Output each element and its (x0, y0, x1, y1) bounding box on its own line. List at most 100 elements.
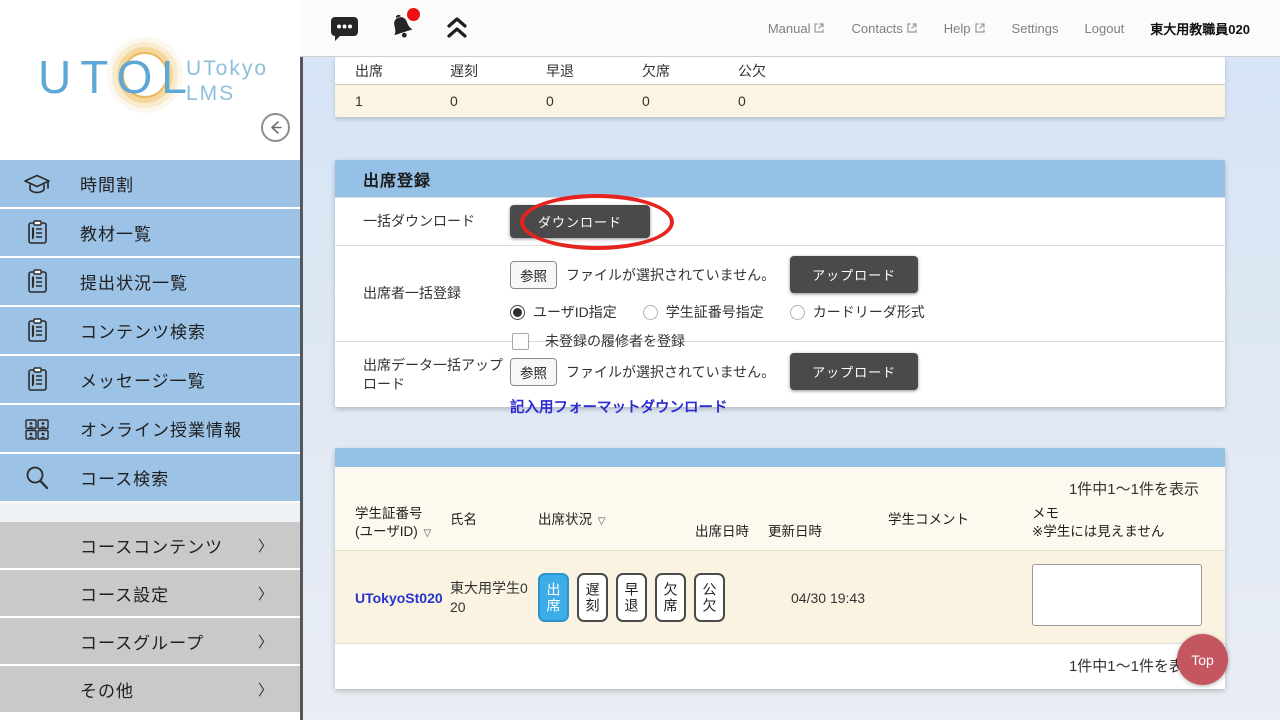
status-button-early-leave[interactable]: 早退 (616, 573, 647, 623)
student-name: 東大用学生020 (450, 580, 528, 615)
summary-header-absent: 欠席 (642, 62, 670, 79)
browse-file-button[interactable]: 参照 (510, 260, 557, 289)
memo-cell (1032, 564, 1225, 631)
messages-button[interactable] (330, 15, 359, 42)
column-header-status[interactable]: 出席状況 ▽ (538, 511, 695, 529)
column-header-update-time: 更新日時 (768, 524, 822, 540)
radio-user-id[interactable] (510, 304, 525, 320)
chevron-right-icon: 〉 (257, 537, 274, 555)
radio-student-card-number-label[interactable]: 学生証番号指定 (666, 302, 764, 322)
scroll-to-top-button[interactable]: Top (1177, 634, 1228, 685)
sidebar-item-label: メッセージ一覧 (80, 372, 206, 391)
sidebar-item-online-class-info[interactable]: オンライン授業情報 (0, 405, 300, 454)
status-button-excused[interactable]: 公欠 (694, 573, 725, 623)
status-button-absent[interactable]: 欠席 (655, 573, 686, 623)
arrow-left-icon (271, 121, 282, 134)
upload-button[interactable]: アップロード (790, 256, 919, 293)
attendance-data-upload-label: 出席データ一括アップロード (363, 356, 503, 392)
id-type-radio-group: ユーザID指定 学生証番号指定 カードリーダ形式 (510, 302, 1225, 322)
graduation-cap-icon (20, 172, 54, 196)
no-file-selected-text: ファイルが選択されていません。 (566, 266, 776, 283)
summary-value-absent: 0 (642, 93, 650, 109)
browse-file-button[interactable]: 参照 (510, 357, 557, 386)
attendee-bulk-register-row: 出席者一括登録 参照 ファイルが選択されていません。 アップロード ユーザID指… (335, 245, 1225, 350)
clipboard-icon (20, 366, 54, 393)
sidebar-item-submission-status[interactable]: 提出状況一覧 (0, 258, 300, 307)
search-icon (20, 465, 54, 491)
online-class-icon (20, 417, 54, 441)
status-button-late[interactable]: 遅刻 (577, 573, 608, 623)
sidebar-item-course-group[interactable]: コースグループ 〉 (0, 618, 300, 666)
radio-card-reader-format-label[interactable]: カードリーダ形式 (813, 302, 925, 322)
student-id-link[interactable]: UTokyoSt020 (355, 590, 450, 606)
pagination-info-bottom: 1件中1〜1件を表示 (335, 643, 1225, 690)
summary-value-row: 1 0 0 0 0 (335, 85, 1225, 117)
settings-link[interactable]: Settings (1012, 21, 1059, 36)
status-button-group: 出席 遅刻 早退 欠席 公欠 (538, 573, 728, 623)
sidebar-item-label: オンライン授業情報 (80, 421, 242, 440)
logout-link[interactable]: Logout (1085, 21, 1125, 36)
sidebar-item-content-search[interactable]: コンテンツ検索 (0, 307, 300, 356)
summary-value-late: 0 (450, 93, 458, 109)
radio-card-reader-format[interactable] (789, 304, 805, 320)
manual-link-label: Manual (767, 20, 811, 36)
external-link-icon (907, 23, 917, 33)
table-row: UTokyoSt020 東大用学生020 出席 遅刻 早退 欠席 公欠 04/3… (335, 550, 1225, 644)
sidebar-item-label: その他 (80, 681, 134, 701)
pagination-info-top: 1件中1〜1件を表示 (1068, 481, 1199, 498)
notification-badge (407, 8, 420, 21)
panel-title: 出席登録 (335, 160, 1225, 197)
sidebar-item-label: 提出状況一覧 (80, 274, 188, 293)
bulk-download-row: 一括ダウンロード ダウンロード (335, 197, 1225, 245)
contacts-link[interactable]: Contacts (851, 21, 917, 36)
sidebar-item-materials[interactable]: 教材一覧 (0, 209, 300, 258)
sidebar-item-course-search[interactable]: コース検索 (0, 454, 300, 503)
upload-button[interactable]: アップロード (790, 353, 919, 390)
attendance-data-upload-row: 出席データ一括アップロード 参照 ファイルが選択されていません。 アップロード … (335, 341, 1225, 416)
attendance-summary-table: 出席 遅刻 早退 欠席 公欠 1 0 0 0 0 (335, 57, 1225, 117)
clipboard-icon (20, 268, 54, 295)
table-column-headers: 学生証番号 (ユーザID) ▽ 氏名 出席状況 ▽ 出席日時 更新日時 学生コメ… (335, 505, 1225, 541)
student-attendance-table: 1件中1〜1件を表示 学生証番号 (ユーザID) ▽ 氏名 出席状況 ▽ 出席日… (335, 448, 1225, 690)
sidebar-item-label: コースグループ (80, 633, 205, 653)
summary-header-late: 遅刻 (450, 62, 478, 79)
status-button-present[interactable]: 出席 (538, 573, 569, 623)
sidebar-item-messages[interactable]: メッセージ一覧 (0, 356, 300, 405)
summary-header-present: 出席 (355, 62, 383, 79)
sidebar-item-label: コンテンツ検索 (80, 323, 206, 342)
chevron-right-icon: 〉 (257, 633, 274, 651)
table-head-area: 1件中1〜1件を表示 学生証番号 (ユーザID) ▽ 氏名 出席状況 ▽ 出席日… (335, 467, 1225, 551)
page-content: 出席 遅刻 早退 欠席 公欠 1 0 0 0 0 出席登録 一括ダウンロード ダ… (300, 57, 1280, 720)
notifications-button[interactable] (387, 8, 420, 43)
logo-subtitle: UTokyo LMS (186, 56, 268, 106)
logout-link-label: Logout (1084, 20, 1125, 36)
format-download-link[interactable]: 記入用フォーマットダウンロード (510, 396, 728, 417)
sidebar-item-label: コース設定 (80, 585, 170, 605)
column-header-student-id[interactable]: 学生証番号 (ユーザID) ▽ (355, 505, 450, 541)
sidebar-item-course-contents[interactable]: コースコンテンツ 〉 (0, 522, 300, 570)
attendance-registration-panel: 出席登録 一括ダウンロード ダウンロード 出席者一括登録 参照 ファイルが選択さ… (335, 160, 1225, 416)
current-user-name: 東大用教職員020 (1150, 21, 1250, 37)
summary-header-excused: 公欠 (738, 62, 766, 79)
topbar-links: Manual Contacts Help Settings Logout 東大用… (768, 19, 1280, 38)
radio-user-id-label[interactable]: ユーザID指定 (533, 302, 617, 322)
summary-value-excused: 0 (738, 93, 746, 109)
summary-value-early-leave: 0 (546, 93, 554, 109)
logo-area: UTOL UTokyo LMS (0, 0, 300, 160)
download-button[interactable]: ダウンロード (510, 205, 651, 238)
collapse-topbar-button[interactable] (445, 15, 469, 41)
memo-input[interactable] (1032, 564, 1202, 627)
bulk-download-label: 一括ダウンロード (363, 213, 475, 230)
help-link-label: Help (943, 20, 971, 36)
sidebar-item-others[interactable]: その他 〉 (0, 666, 300, 714)
sort-icon[interactable]: ▽ (598, 516, 606, 527)
sidebar-item-course-settings[interactable]: コース設定 〉 (0, 570, 300, 618)
manual-link[interactable]: Manual (768, 21, 826, 36)
sidebar-collapse-button[interactable] (261, 113, 290, 142)
app-logo: UTOL (38, 51, 196, 103)
sidebar-item-timetable[interactable]: 時間割 (0, 160, 300, 209)
external-link-icon (814, 23, 825, 33)
sort-icon[interactable]: ▽ (424, 528, 432, 539)
help-link[interactable]: Help (944, 21, 986, 36)
radio-student-card-number[interactable] (642, 304, 658, 320)
